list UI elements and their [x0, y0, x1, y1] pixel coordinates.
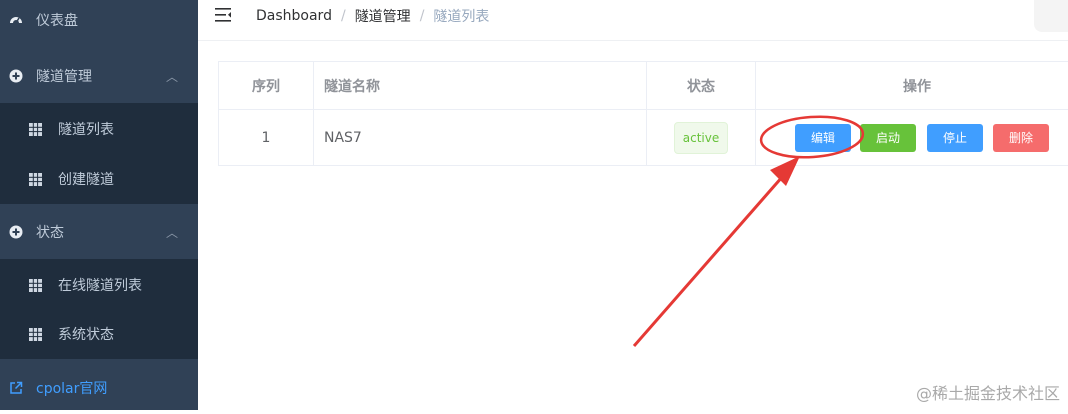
tunnel-table: 序列 隧道名称 状态 操作 1 NAS7 active 编辑 启动 停止 删除 — [218, 61, 1068, 166]
breadcrumb-separator: / — [419, 8, 425, 24]
column-header-actions: 操作 — [756, 62, 1068, 110]
plus-circle-icon — [9, 69, 23, 83]
column-header-status: 状态 — [647, 62, 756, 110]
chevron-up-icon: ︿ — [165, 69, 178, 84]
dashboard-icon — [9, 13, 23, 27]
menu-item-status[interactable]: 状态 ︿ — [0, 206, 198, 258]
sidebar-label-tunnel-list: 隧道列表 — [58, 122, 114, 138]
table-icon — [29, 172, 42, 186]
menu-label-cpolar-site: cpolar官网 — [36, 381, 108, 397]
column-header-name: 隧道名称 — [314, 62, 647, 110]
sidebar-label-system-status: 系统状态 — [58, 327, 114, 343]
external-link-icon — [9, 381, 23, 395]
menu-label-status: 状态 — [36, 225, 64, 241]
action-buttons: 编辑 启动 停止 删除 — [756, 110, 1068, 166]
table-icon — [29, 327, 42, 341]
status-badge: active — [673, 121, 729, 154]
breadcrumb-tunnel-management[interactable]: 隧道管理 — [355, 6, 411, 26]
sidebar-item-tunnel-list[interactable]: 隧道列表 — [0, 104, 198, 154]
annotation-arrow-shaft — [632, 167, 792, 347]
sidebar-label-online-tunnels: 在线隧道列表 — [58, 278, 142, 294]
chevron-up-icon: ︿ — [165, 225, 178, 240]
delete-button[interactable]: 删除 — [993, 123, 1049, 152]
start-button[interactable]: 启动 — [860, 123, 916, 152]
row-actions-cell: 编辑 启动 停止 删除 — [756, 110, 1068, 166]
avatar[interactable] — [1034, 0, 1068, 32]
row-tunnel-name: NAS7 — [314, 110, 647, 166]
sidebar-label-create-tunnel: 创建隧道 — [58, 172, 114, 188]
sidebar-item-system-status[interactable]: 系统状态 — [0, 309, 198, 359]
edit-button[interactable]: 编辑 — [795, 123, 851, 152]
menu-item-dashboard[interactable]: 仪表盘 — [0, 0, 198, 46]
stop-button[interactable]: 停止 — [927, 123, 983, 152]
plus-circle-icon — [9, 225, 23, 239]
table-header-row: 序列 隧道名称 状态 操作 — [219, 62, 1068, 110]
menu-label-tunnel-management: 隧道管理 — [36, 69, 92, 85]
top-navbar: Dashboard / 隧道管理 / 隧道列表 — [198, 0, 1068, 41]
breadcrumb-separator: / — [340, 8, 346, 24]
menu-label-dashboard: 仪表盘 — [36, 13, 78, 29]
table-row: 1 NAS7 active 编辑 启动 停止 删除 — [219, 110, 1068, 166]
column-header-index: 序列 — [219, 62, 314, 110]
menu-toggle-icon[interactable] — [215, 8, 231, 22]
sidebar: 仪表盘 隧道管理 ︿ 隧道列表 创建隧道 状态 ︿ 在线隧道列表 系统状态 cp — [0, 0, 198, 410]
sidebar-item-online-tunnels[interactable]: 在线隧道列表 — [0, 260, 198, 310]
table-icon — [29, 278, 42, 292]
row-status-cell: active — [647, 110, 756, 166]
sidebar-item-create-tunnel[interactable]: 创建隧道 — [0, 154, 198, 204]
row-index: 1 — [219, 110, 314, 166]
menu-item-tunnel-management[interactable]: 隧道管理 ︿ — [0, 50, 198, 102]
menu-item-cpolar-site[interactable]: cpolar官网 — [0, 362, 198, 414]
breadcrumb: Dashboard / 隧道管理 / 隧道列表 — [256, 6, 489, 26]
breadcrumb-dashboard[interactable]: Dashboard — [256, 8, 332, 24]
watermark: @稀土掘金技术社区 — [915, 384, 1060, 403]
breadcrumb-current: 隧道列表 — [433, 9, 490, 25]
table-icon — [29, 122, 42, 136]
